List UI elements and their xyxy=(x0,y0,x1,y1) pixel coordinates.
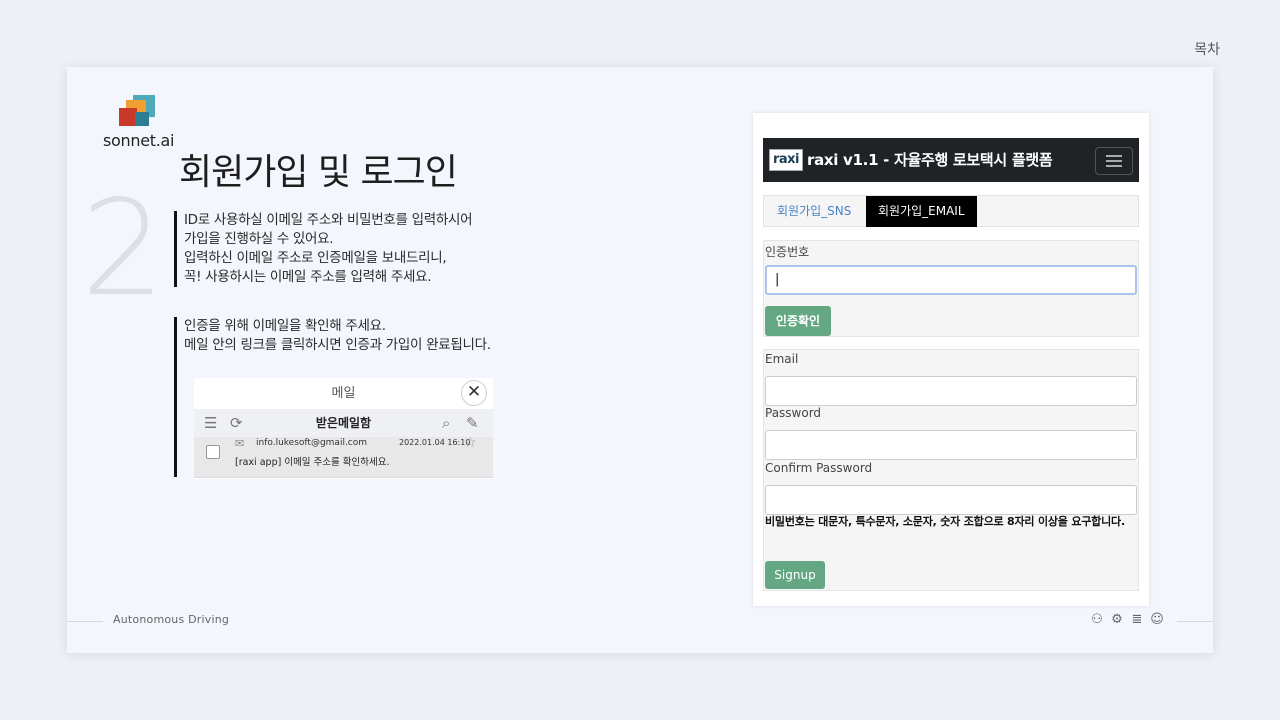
database-icon[interactable]: ≣ xyxy=(1129,612,1145,628)
password-field[interactable] xyxy=(765,430,1137,460)
signup-button[interactable]: Signup xyxy=(765,561,825,589)
search-icon[interactable]: ⌕ xyxy=(442,409,450,437)
mail-toolbar: ☰ ⟳ 받은메일함 ⌕ ✎ xyxy=(194,409,493,437)
email-field[interactable] xyxy=(765,376,1137,406)
inbox-title: 받은메일함 xyxy=(315,416,372,430)
tab-signup-email[interactable]: 회원가입_EMAIL xyxy=(866,196,977,227)
users-icon[interactable]: ⚇ xyxy=(1089,612,1105,628)
tab-signup-sns[interactable]: 회원가입_SNS xyxy=(765,196,863,227)
gear-icon[interactable]: ⚙ xyxy=(1109,612,1125,628)
toc-link[interactable]: 목차 xyxy=(1194,39,1220,59)
envelope-icon: ✉ xyxy=(235,437,245,450)
user-circle-icon[interactable]: ☺ xyxy=(1149,612,1165,628)
instruction-line: 메일 안의 링크를 클릭하시면 인증과 가입이 완료됩니다. xyxy=(184,337,491,353)
mail-sender: info.lukesoft@gmail.com xyxy=(256,438,368,448)
mail-subject: [raxi app] 이메일 주소를 확인하세요. xyxy=(235,457,390,468)
instruction-line: 꼭! 사용하시는 이메일 주소를 입력해 주세요. xyxy=(184,269,432,285)
verification-panel: 인증번호 | 인증확인 xyxy=(763,240,1139,337)
logo: sonnet.ai xyxy=(103,95,175,150)
instruction-line: 가입을 진행하실 수 있어요. xyxy=(184,231,334,247)
footer-icons: ⚇ ⚙ ≣ ☺ xyxy=(1089,612,1165,628)
footer-divider xyxy=(1177,621,1213,622)
pencil-icon[interactable]: ✎ xyxy=(466,409,479,437)
verification-code-input[interactable]: | xyxy=(765,265,1137,295)
instruction-line: 인증을 위해 이메일을 확인해 주세요. xyxy=(184,318,386,334)
verification-code-label: 인증번호 xyxy=(765,245,810,259)
mail-header: 메일 ✕ xyxy=(194,378,493,409)
verify-button[interactable]: 인증확인 xyxy=(765,306,831,336)
star-icon[interactable]: ☆ xyxy=(464,435,477,451)
instruction-block-1: ID로 사용하실 이메일 주소와 비밀번호를 입력하시어 가입을 진행하실 수 … xyxy=(174,211,473,287)
mail-list-item[interactable]: ✉ info.lukesoft@gmail.com 2022.01.04 16:… xyxy=(194,435,493,478)
refresh-icon[interactable]: ⟳ xyxy=(230,409,243,437)
mail-date: 2022.01.04 16:10 xyxy=(399,438,471,447)
footer-text: Autonomous Driving xyxy=(113,613,230,626)
raxi-logo: raxi xyxy=(769,149,803,171)
app-navbar: raxi raxi v1.1 - 자율주행 로보택시 플랫폼 xyxy=(763,138,1139,182)
slide: sonnet.ai 회원가입 및 로그인 2 ID로 사용하실 이메일 주소와 … xyxy=(67,67,1213,653)
password-label: Password xyxy=(765,406,822,420)
mail-header-title: 메일 xyxy=(331,386,356,401)
confirm-password-label: Confirm Password xyxy=(765,461,873,475)
mail-checkbox[interactable] xyxy=(206,445,220,459)
logo-text: sonnet.ai xyxy=(103,131,175,150)
app-title: raxi v1.1 - 자율주행 로보택시 플랫폼 xyxy=(807,151,1053,169)
mail-screenshot: 메일 ✕ ☰ ⟳ 받은메일함 ⌕ ✎ ✉ info.lukesoft@gmail… xyxy=(194,378,493,479)
menu-icon[interactable]: ☰ xyxy=(204,409,217,437)
instruction-line: ID로 사용하실 이메일 주소와 비밀번호를 입력하시어 xyxy=(184,212,473,228)
app-screenshot: raxi raxi v1.1 - 자율주행 로보택시 플랫폼 회원가입_SNS … xyxy=(753,113,1149,606)
instruction-line: 입력하신 이메일 주소로 인증메일을 보내드리니, xyxy=(184,250,447,266)
hamburger-menu-icon[interactable] xyxy=(1095,147,1133,175)
confirm-password-field[interactable] xyxy=(765,485,1137,515)
email-label: Email xyxy=(765,352,799,366)
password-rule-note: 비밀번호는 대문자, 특수문자, 소문자, 숫자 조합으로 8자리 이상을 요구… xyxy=(765,515,1125,528)
footer-divider xyxy=(67,621,103,622)
logo-mark-icon xyxy=(119,95,159,131)
signup-tabs: 회원가입_SNS 회원가입_EMAIL xyxy=(763,195,1139,227)
signup-form: Email Password Confirm Password 비밀번호는 대문… xyxy=(763,349,1139,591)
section-number: 2 xyxy=(81,172,165,326)
close-icon[interactable]: ✕ xyxy=(461,380,487,406)
page-title: 회원가입 및 로그인 xyxy=(179,152,458,193)
